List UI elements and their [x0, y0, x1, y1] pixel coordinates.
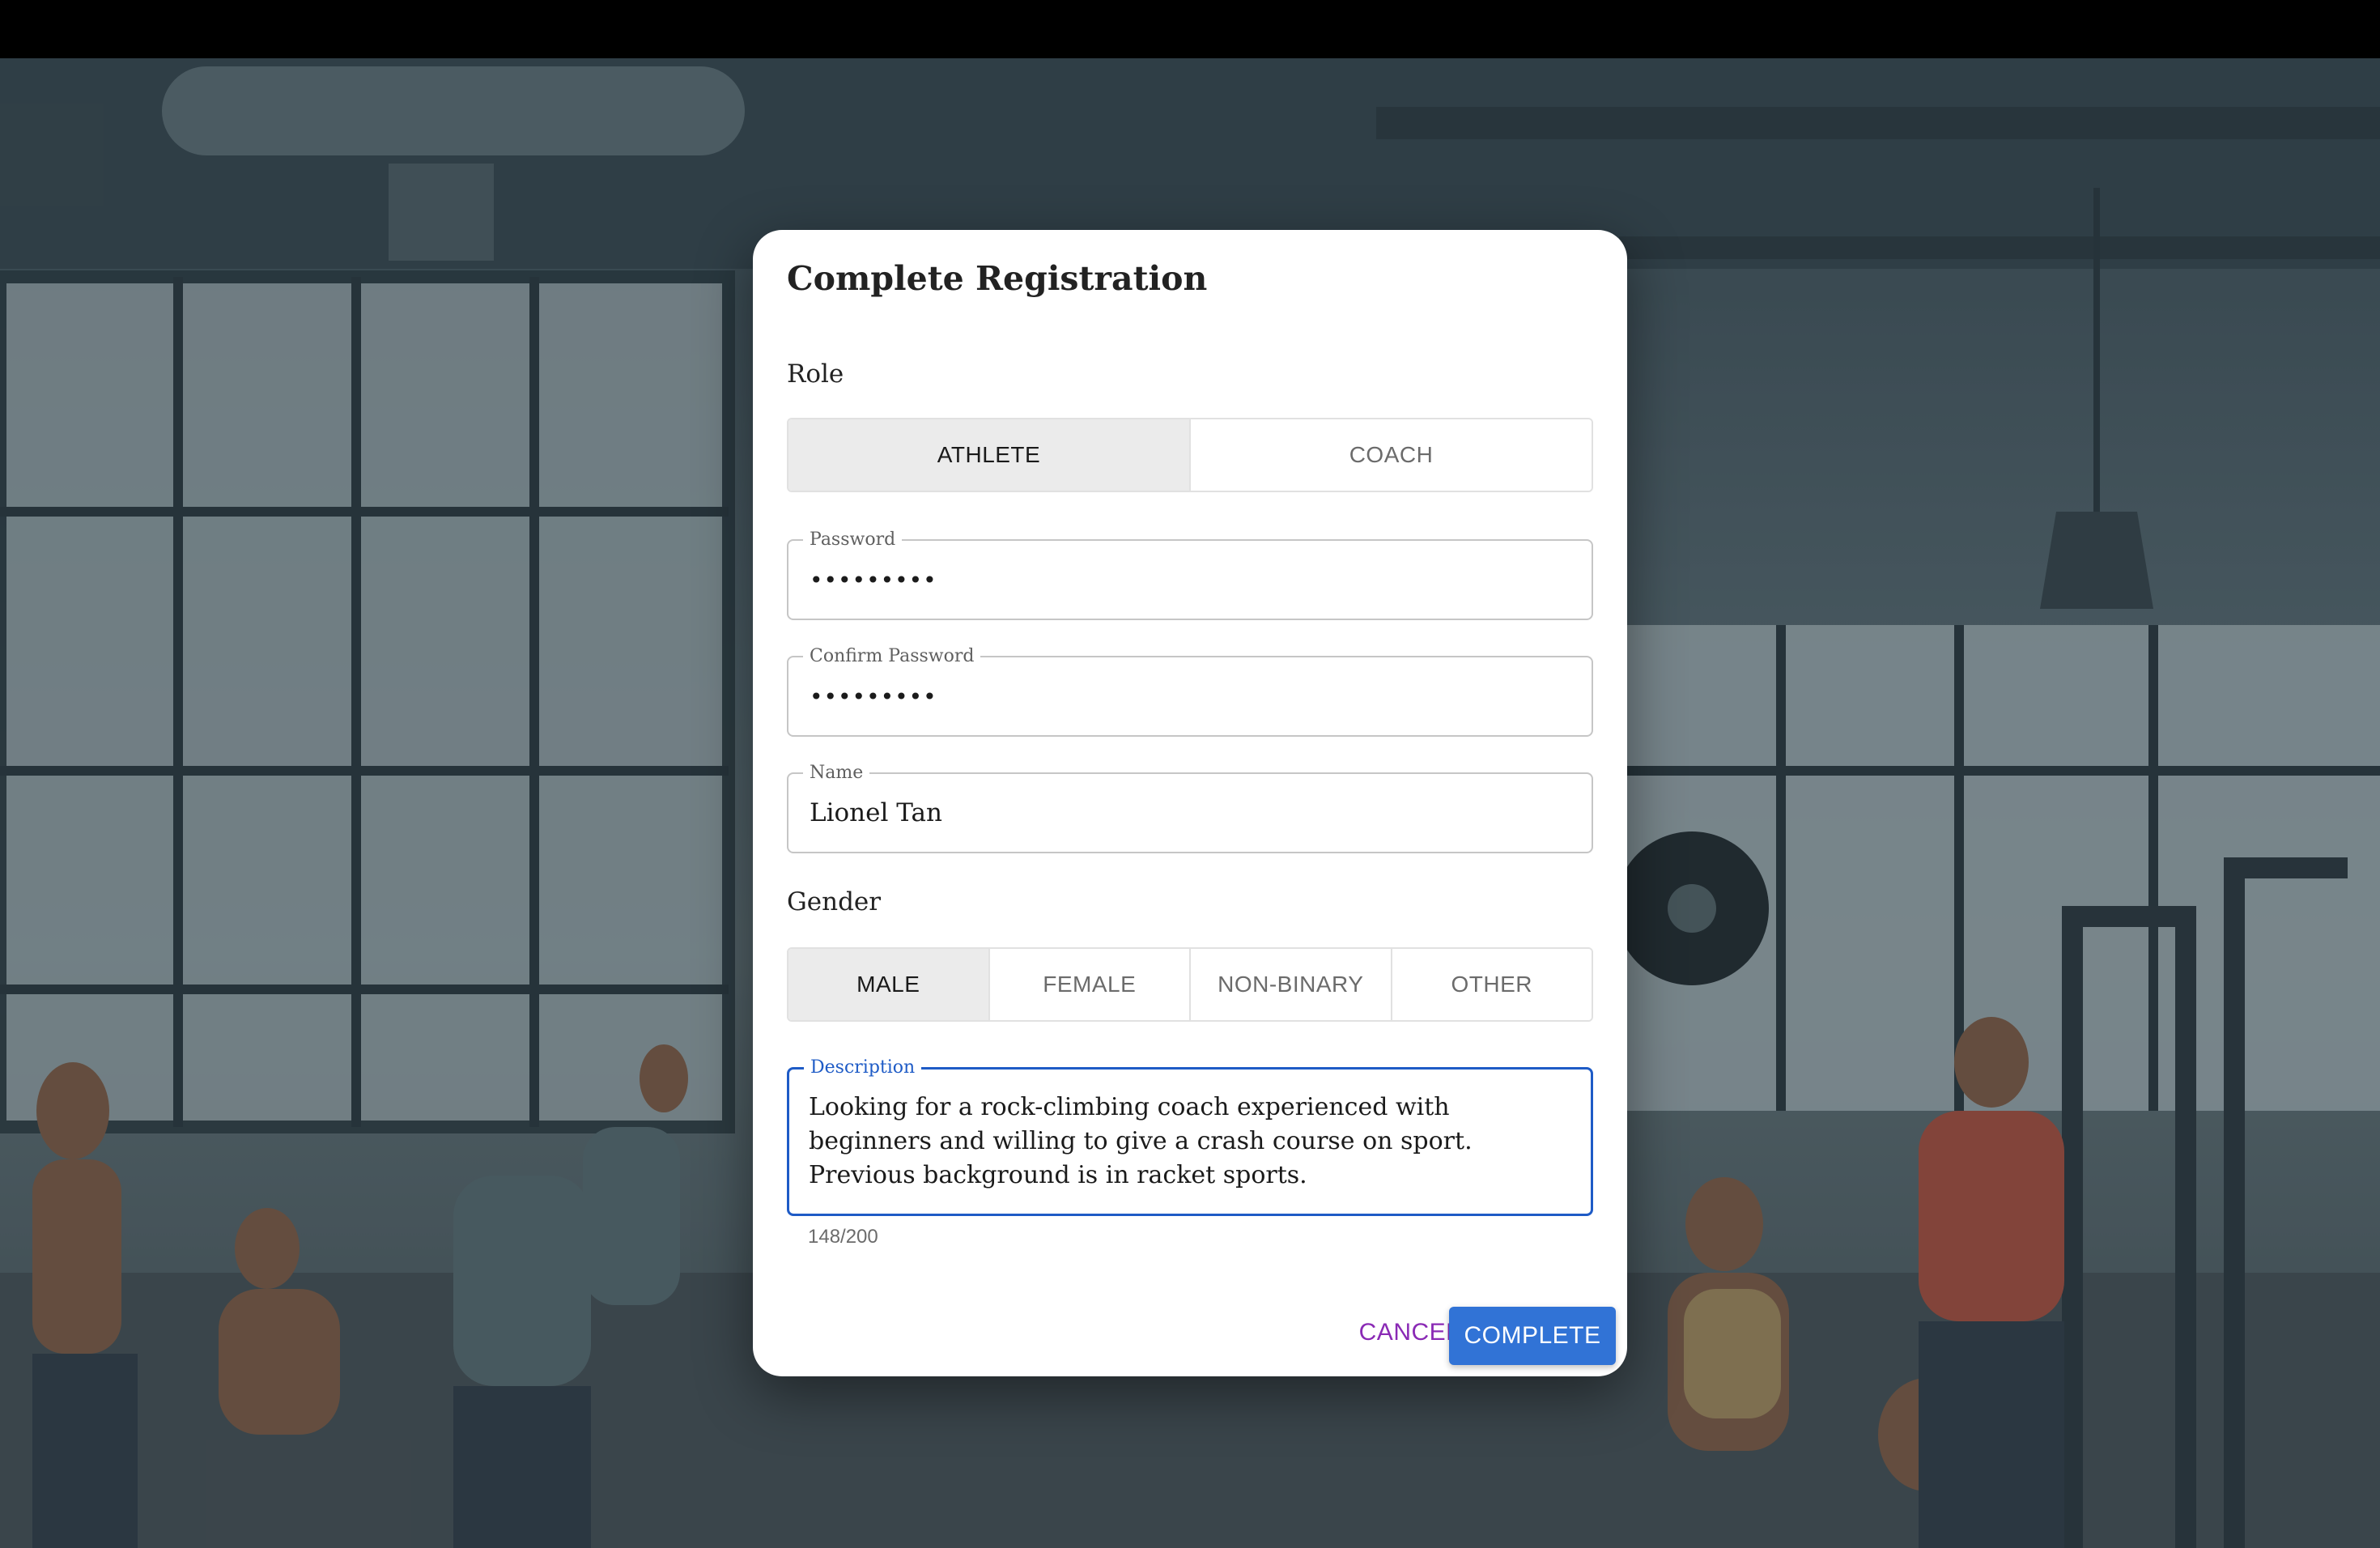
role-option-athlete[interactable]: ATHLETE [788, 419, 1191, 491]
name-field[interactable]: Name Lionel Tan [787, 763, 1593, 853]
dialog-title: Complete Registration [787, 259, 1208, 298]
gender-option-male[interactable]: MALE [788, 949, 990, 1020]
gender-toggle-group: MALE FEMALE NON-BINARY OTHER [787, 947, 1593, 1022]
role-toggle-group: ATHLETE COACH [787, 418, 1593, 492]
gender-option-non-binary[interactable]: NON-BINARY [1191, 949, 1392, 1020]
gender-option-other[interactable]: OTHER [1392, 949, 1592, 1020]
registration-dialog: Complete Registration Role ATHLETE COACH… [753, 230, 1627, 1376]
confirm-password-value: ••••••••• [810, 683, 937, 710]
gender-option-female[interactable]: FEMALE [989, 949, 1191, 1020]
description-value: Looking for a rock-climbing coach experi… [809, 1093, 1473, 1189]
role-label: Role [787, 359, 844, 389]
password-field[interactable]: Password ••••••••• [787, 529, 1593, 620]
password-value: ••••••••• [810, 566, 937, 593]
description-textarea[interactable]: Description Looking for a rock-climbing … [787, 1057, 1593, 1216]
top-bar [0, 0, 2380, 58]
role-option-coach[interactable]: COACH [1191, 419, 1592, 491]
description-char-counter: 148/200 [808, 1226, 878, 1248]
description-label: Description [804, 1057, 922, 1078]
complete-button[interactable]: COMPLETE [1449, 1307, 1616, 1365]
name-value: Lionel Tan [810, 798, 942, 827]
confirm-password-field[interactable]: Confirm Password ••••••••• [787, 646, 1593, 737]
gender-label: Gender [787, 887, 882, 916]
